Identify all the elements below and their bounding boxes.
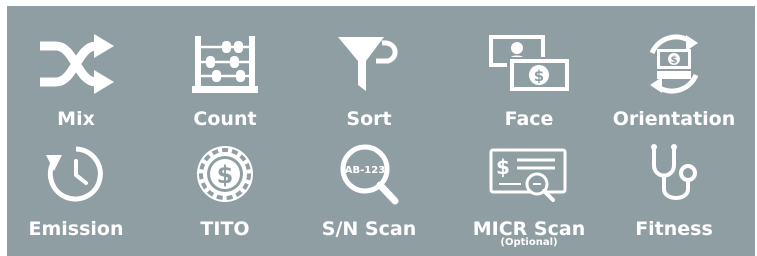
shuffle-icon xyxy=(32,30,120,98)
dollar-chip-icon: $ xyxy=(181,140,269,208)
feature-mix: Mix xyxy=(6,30,146,142)
feature-label: MICR Scan xyxy=(472,218,586,240)
feature-label: Count xyxy=(193,108,257,130)
feature-label: Orientation xyxy=(612,108,736,130)
funnel-icon xyxy=(325,30,413,98)
svg-text:$: $ xyxy=(217,161,234,189)
svg-text:$: $ xyxy=(534,67,544,85)
feature-label: TITO xyxy=(200,218,250,240)
clock-rotate-icon xyxy=(32,140,120,208)
banknote-face-icon: $ xyxy=(485,30,573,98)
abacus-icon xyxy=(181,30,269,98)
feature-face: $ Face xyxy=(459,30,599,142)
feature-orientation: $ Orientation xyxy=(604,30,744,142)
banknote-rotate-icon: $ xyxy=(630,30,718,98)
feature-emission: Emission xyxy=(6,140,146,252)
feature-label: S/N Scan xyxy=(321,218,417,240)
magnifier-serial-icon: AB-123 xyxy=(325,140,413,208)
feature-label: Face xyxy=(504,108,554,130)
magnifier-serial-text: AB-123 xyxy=(345,165,385,176)
svg-text:$: $ xyxy=(496,155,510,179)
feature-sn-scan: AB-123 S/N Scan xyxy=(299,140,439,252)
cheque-magnifier-icon: $ xyxy=(485,140,573,208)
feature-sublabel: (Optional) xyxy=(500,237,558,248)
stethoscope-icon xyxy=(630,140,718,208)
feature-label: Fitness xyxy=(635,218,713,240)
feature-tito: $ TITO xyxy=(155,140,295,252)
feature-label: Sort xyxy=(346,108,392,130)
feature-label: Mix xyxy=(57,108,95,130)
feature-sort: Sort xyxy=(299,30,439,142)
feature-count: Count xyxy=(155,30,295,142)
feature-label: Emission xyxy=(28,218,124,240)
feature-fitness: Fitness xyxy=(604,140,744,252)
feature-micr-scan: $ MICR Scan (Optional) xyxy=(459,140,599,252)
svg-text:$: $ xyxy=(671,55,678,66)
features-panel: Mix Count Sort $ Face $ Orientation Emis… xyxy=(7,6,755,256)
